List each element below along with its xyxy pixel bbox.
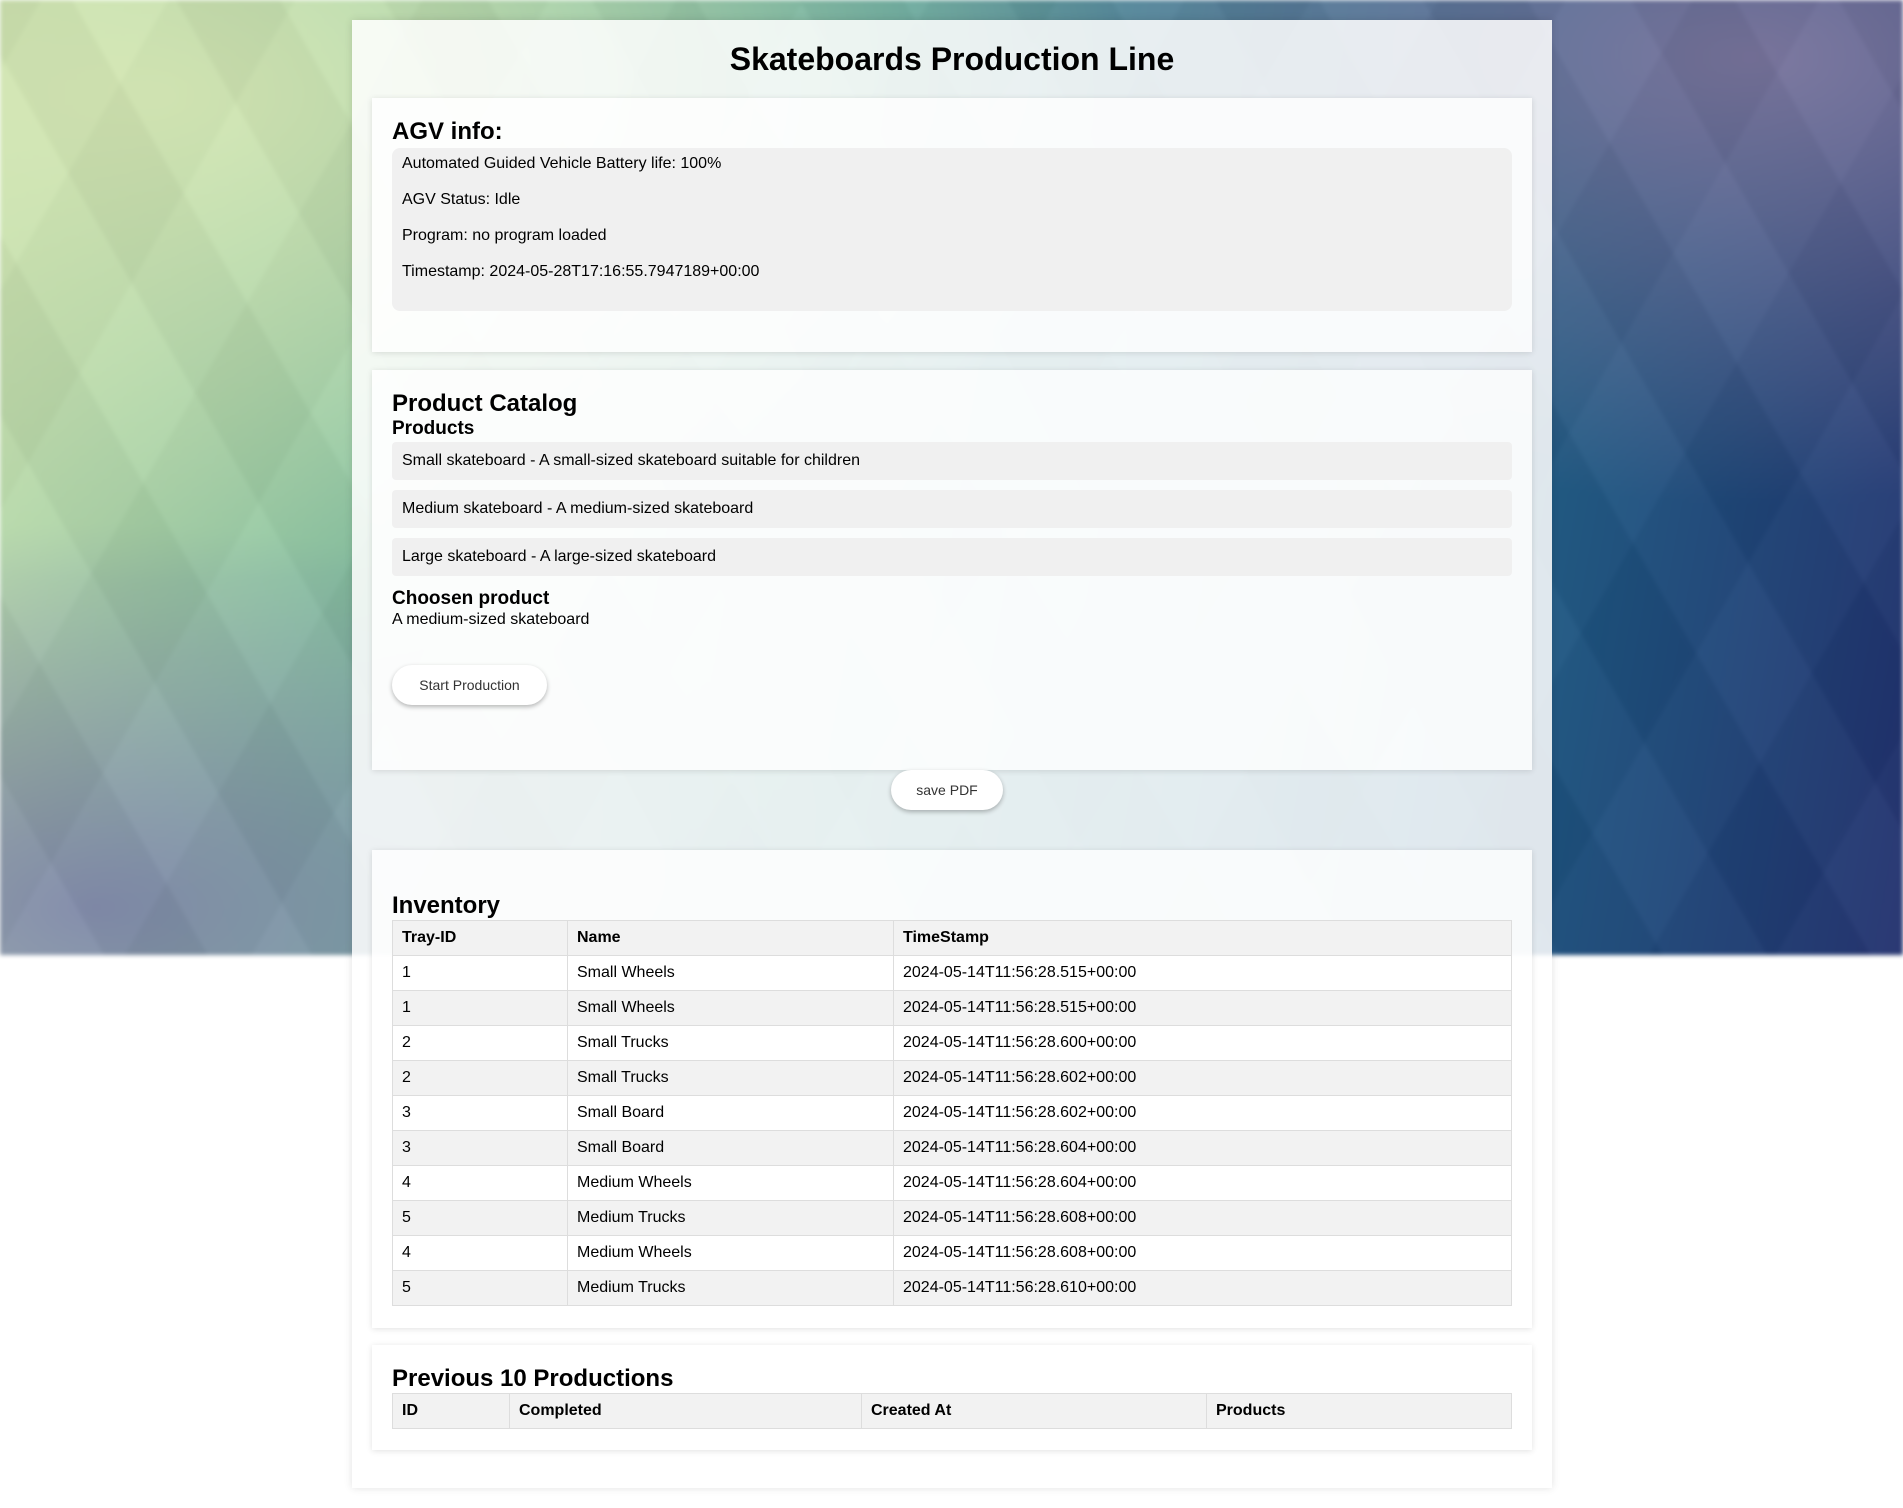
chosen-product-heading: Choosen product: [392, 588, 550, 609]
agv-status: AGV Status: Idle: [402, 191, 521, 208]
agv-info-card: AGV info: Automated Guided Vehicle Batte…: [372, 98, 1532, 352]
product-catalog-card: Product Catalog Products Small skateboar…: [372, 370, 1532, 770]
inventory-table: Tray-ID Name TimeStamp 1 Small Wheels 20…: [392, 920, 1512, 1306]
page-title: Skateboards Production Line: [729, 41, 1175, 77]
inventory-header-row: Tray-ID Name TimeStamp: [392, 920, 1512, 956]
cell-name: Small Wheels: [567, 990, 894, 1026]
catalog-heading: Product Catalog: [392, 390, 578, 417]
column-header-timestamp: TimeStamp: [893, 920, 1512, 956]
cell-tray-id: 5: [392, 1200, 568, 1236]
inventory-card: Inventory Tray-ID Name TimeStamp 1 Small…: [372, 850, 1532, 1328]
save-pdf-button[interactable]: save PDF: [891, 770, 1003, 810]
cell-name: Small Wheels: [567, 955, 894, 991]
cell-name: Small Board: [567, 1095, 894, 1131]
product-list: Small skateboard - A small-sized skatebo…: [392, 442, 1512, 576]
column-header-tray-id: Tray-ID: [392, 920, 568, 956]
product-item-medium[interactable]: Medium skateboard - A medium-sized skate…: [392, 490, 1512, 528]
cell-timestamp: 2024-05-14T11:56:28.608+00:00: [893, 1235, 1512, 1271]
table-row: 1 Small Wheels 2024-05-14T11:56:28.515+0…: [392, 990, 1512, 1026]
cell-tray-id: 3: [392, 1130, 568, 1166]
agv-heading: AGV info:: [392, 118, 503, 145]
agv-info-box: Automated Guided Vehicle Battery life: 1…: [392, 148, 1512, 311]
cell-tray-id: 5: [392, 1270, 568, 1306]
column-header-name: Name: [567, 920, 894, 956]
cell-tray-id: 1: [392, 955, 568, 991]
save-pdf-wrapper: save PDF: [352, 770, 1552, 810]
cell-name: Small Trucks: [567, 1025, 894, 1061]
cell-timestamp: 2024-05-14T11:56:28.610+00:00: [893, 1270, 1512, 1306]
cell-name: Medium Wheels: [567, 1165, 894, 1201]
products-heading: Products: [392, 418, 475, 439]
cell-tray-id: 3: [392, 1095, 568, 1131]
cell-tray-id: 4: [392, 1235, 568, 1271]
cell-timestamp: 2024-05-14T11:56:28.604+00:00: [893, 1165, 1512, 1201]
previous-header-row: ID Completed Created At Products: [392, 1393, 1512, 1429]
cell-timestamp: 2024-05-14T11:56:28.515+00:00: [893, 955, 1512, 991]
table-row: 4 Medium Wheels 2024-05-14T11:56:28.604+…: [392, 1165, 1512, 1201]
table-row: 5 Medium Trucks 2024-05-14T11:56:28.608+…: [392, 1200, 1512, 1236]
table-row: 5 Medium Trucks 2024-05-14T11:56:28.610+…: [392, 1270, 1512, 1306]
previous-productions-heading: Previous 10 Productions: [392, 1365, 674, 1392]
product-item-large[interactable]: Large skateboard - A large-sized skatebo…: [392, 538, 1512, 576]
table-row: 4 Medium Wheels 2024-05-14T11:56:28.608+…: [392, 1235, 1512, 1271]
cell-timestamp: 2024-05-14T11:56:28.602+00:00: [893, 1060, 1512, 1096]
column-header-id: ID: [392, 1393, 510, 1429]
chosen-product-value: A medium-sized skateboard: [392, 611, 590, 628]
inventory-heading: Inventory: [392, 892, 501, 919]
cell-timestamp: 2024-05-14T11:56:28.602+00:00: [893, 1095, 1512, 1131]
column-header-created-at: Created At: [861, 1393, 1207, 1429]
cell-name: Medium Wheels: [567, 1235, 894, 1271]
column-header-completed: Completed: [509, 1393, 862, 1429]
table-row: 1 Small Wheels 2024-05-14T11:56:28.515+0…: [392, 955, 1512, 991]
table-row: 2 Small Trucks 2024-05-14T11:56:28.602+0…: [392, 1060, 1512, 1096]
cell-tray-id: 1: [392, 990, 568, 1026]
table-row: 3 Small Board 2024-05-14T11:56:28.604+00…: [392, 1130, 1512, 1166]
cell-name: Medium Trucks: [567, 1200, 894, 1236]
cell-timestamp: 2024-05-14T11:56:28.608+00:00: [893, 1200, 1512, 1236]
cell-timestamp: 2024-05-14T11:56:28.515+00:00: [893, 990, 1512, 1026]
cell-name: Medium Trucks: [567, 1270, 894, 1306]
cell-name: Small Board: [567, 1130, 894, 1166]
start-production-button[interactable]: Start Production: [392, 665, 547, 705]
cell-name: Small Trucks: [567, 1060, 894, 1096]
table-row: 3 Small Board 2024-05-14T11:56:28.602+00…: [392, 1095, 1512, 1131]
table-row: 2 Small Trucks 2024-05-14T11:56:28.600+0…: [392, 1025, 1512, 1061]
agv-battery: Automated Guided Vehicle Battery life: 1…: [402, 155, 722, 172]
agv-program: Program: no program loaded: [402, 227, 607, 244]
agv-timestamp: Timestamp: 2024-05-28T17:16:55.7947189+0…: [402, 263, 760, 280]
cell-tray-id: 2: [392, 1060, 568, 1096]
main-container: Skateboards Production Line AGV info: Au…: [352, 20, 1552, 1488]
cell-timestamp: 2024-05-14T11:56:28.604+00:00: [893, 1130, 1512, 1166]
previous-productions-table: ID Completed Created At Products: [392, 1393, 1512, 1429]
cell-timestamp: 2024-05-14T11:56:28.600+00:00: [893, 1025, 1512, 1061]
column-header-products: Products: [1206, 1393, 1512, 1429]
cell-tray-id: 2: [392, 1025, 568, 1061]
cell-tray-id: 4: [392, 1165, 568, 1201]
previous-productions-card: Previous 10 Productions ID Completed Cre…: [372, 1345, 1532, 1450]
product-item-small[interactable]: Small skateboard - A small-sized skatebo…: [392, 442, 1512, 480]
